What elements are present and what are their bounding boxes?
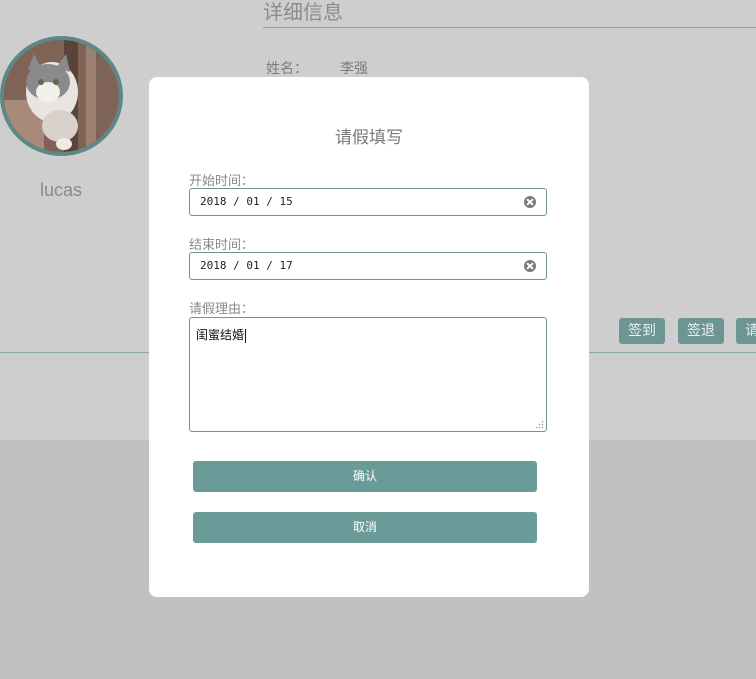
modal-title: 请假填写 [335, 128, 403, 148]
end-date-input[interactable]: 2018 / 01 / 17 [189, 252, 547, 280]
start-date-input[interactable]: 2018 / 01 / 15 [189, 188, 547, 216]
name-value: 李强 [340, 61, 368, 77]
start-date-value: 2018 / 01 / 15 [200, 195, 293, 208]
clear-icon[interactable] [524, 196, 536, 208]
username: lucas [40, 180, 83, 200]
leave-request-modal: 请假填写 开始时间： 2018 / 01 / 15 结束时间： 2018 / 0… [149, 77, 589, 597]
reason-value: 闺蜜结婚 [196, 328, 245, 342]
sign-in-button[interactable]: 签到 [619, 318, 665, 344]
start-time-label: 开始时间： [189, 174, 255, 189]
leave-request-button[interactable]: 请 [736, 318, 756, 344]
cat-photo-icon [4, 40, 119, 152]
clear-icon[interactable] [524, 260, 536, 272]
cancel-button[interactable]: 取消 [193, 512, 537, 543]
reason-text: 闺蜜结婚 [196, 326, 247, 343]
avatar[interactable] [0, 36, 123, 156]
sign-out-button[interactable]: 签退 [678, 318, 724, 344]
detail-title: 详细信息 [263, 0, 343, 24]
confirm-button[interactable]: 确认 [193, 461, 537, 492]
name-label: 姓名： [266, 61, 308, 77]
reason-textarea[interactable]: 闺蜜结婚 [189, 317, 547, 432]
end-time-label: 结束时间： [189, 238, 255, 253]
resize-grip-icon[interactable] [535, 420, 544, 429]
detail-divider [263, 27, 756, 28]
end-date-value: 2018 / 01 / 17 [200, 259, 293, 272]
reason-label: 请假理由： [189, 302, 255, 317]
text-caret [245, 328, 247, 343]
